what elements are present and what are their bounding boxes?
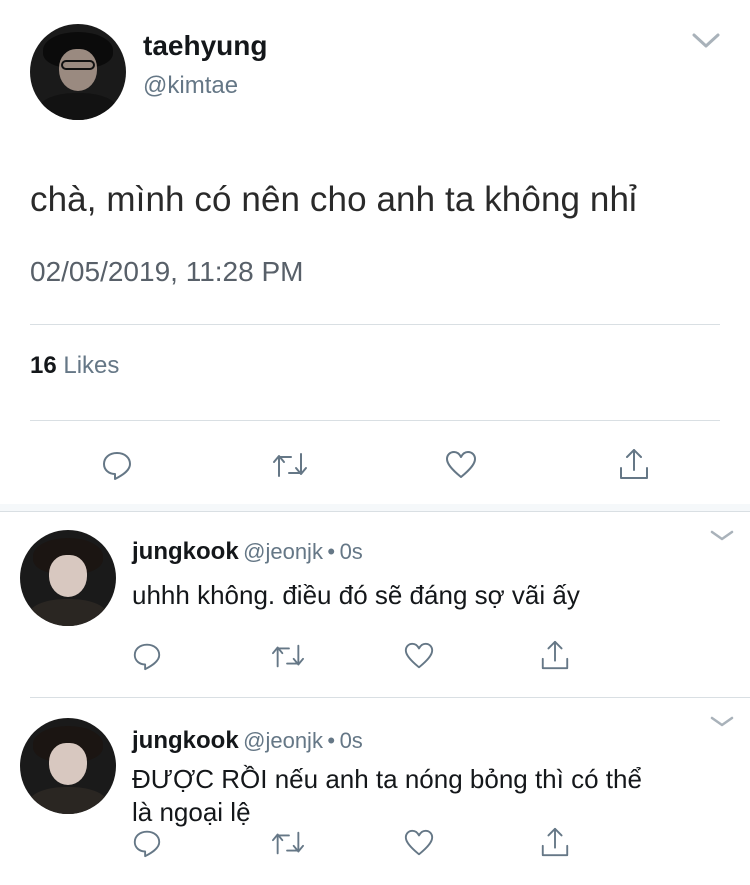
display-name[interactable]: jungkook <box>132 538 239 565</box>
user-handle[interactable]: @jeonjk <box>243 728 323 753</box>
share-button[interactable] <box>539 638 571 677</box>
display-name[interactable]: taehyung <box>143 30 267 62</box>
tweet-timestamp[interactable]: 02/05/2019, 11:28 PM <box>30 256 303 288</box>
chevron-down-icon[interactable] <box>708 528 736 544</box>
tweet-time[interactable]: 0s <box>340 539 363 564</box>
share-button[interactable] <box>539 825 571 864</box>
avatar-face <box>58 48 98 92</box>
retweet-icon <box>272 644 304 668</box>
like-icon <box>404 829 434 856</box>
like-button[interactable] <box>444 448 478 487</box>
retweet-icon <box>272 831 304 855</box>
like-icon <box>404 642 434 669</box>
reply-icon <box>133 643 161 671</box>
avatar-body <box>37 93 119 120</box>
likes-label: Likes <box>63 352 120 379</box>
avatar[interactable] <box>20 718 116 814</box>
reply-icon <box>103 452 131 480</box>
reply-text-line-2: là ngoại lệ <box>132 797 251 827</box>
avatar-face <box>48 554 88 598</box>
reply-icon <box>133 830 161 858</box>
likes-count[interactable]: 16 Likes <box>30 352 119 380</box>
reply-header: jungkook @jeonjk • 0s <box>132 538 363 566</box>
retweet-button[interactable] <box>270 827 306 864</box>
like-button[interactable] <box>403 640 435 677</box>
avatar-glasses <box>60 60 96 71</box>
dot-separator: • <box>327 539 336 564</box>
retweet-button[interactable] <box>270 640 306 677</box>
avatar-body <box>27 787 109 814</box>
reply-button[interactable] <box>100 448 134 487</box>
retweet-icon <box>273 453 307 477</box>
reply-text: uhhh không. điều đó sẽ đáng sợ vãi ấy <box>132 580 580 610</box>
avatar[interactable] <box>30 24 126 120</box>
like-button[interactable] <box>403 827 435 864</box>
display-name[interactable]: jungkook <box>132 727 239 754</box>
share-icon <box>620 449 648 479</box>
chevron-down-icon[interactable] <box>708 714 736 730</box>
share-button[interactable] <box>617 446 651 487</box>
reply-text-line-1: ĐƯỢC RỒI nếu anh ta nóng bỏng thì có thể <box>132 764 642 794</box>
user-handle[interactable]: @kimtae <box>143 72 238 100</box>
divider <box>30 420 720 421</box>
reply-button[interactable] <box>131 827 163 864</box>
divider <box>0 511 750 512</box>
retweet-button[interactable] <box>271 448 309 487</box>
reply-button[interactable] <box>131 640 163 677</box>
divider <box>30 324 720 325</box>
reply-header: jungkook @jeonjk • 0s <box>132 727 363 755</box>
share-icon <box>541 640 569 670</box>
avatar[interactable] <box>20 530 116 626</box>
user-handle[interactable]: @jeonjk <box>243 539 323 564</box>
dot-separator: • <box>327 728 336 753</box>
like-icon <box>446 451 476 478</box>
tweet-text: chà, mình có nên cho anh ta không nhỉ <box>30 180 637 219</box>
likes-number: 16 <box>30 352 57 379</box>
avatar-body <box>27 599 109 626</box>
chevron-down-icon[interactable] <box>690 28 722 52</box>
tweet-time[interactable]: 0s <box>340 728 363 753</box>
divider <box>30 697 750 698</box>
avatar-face <box>48 742 88 786</box>
share-icon <box>541 827 569 857</box>
